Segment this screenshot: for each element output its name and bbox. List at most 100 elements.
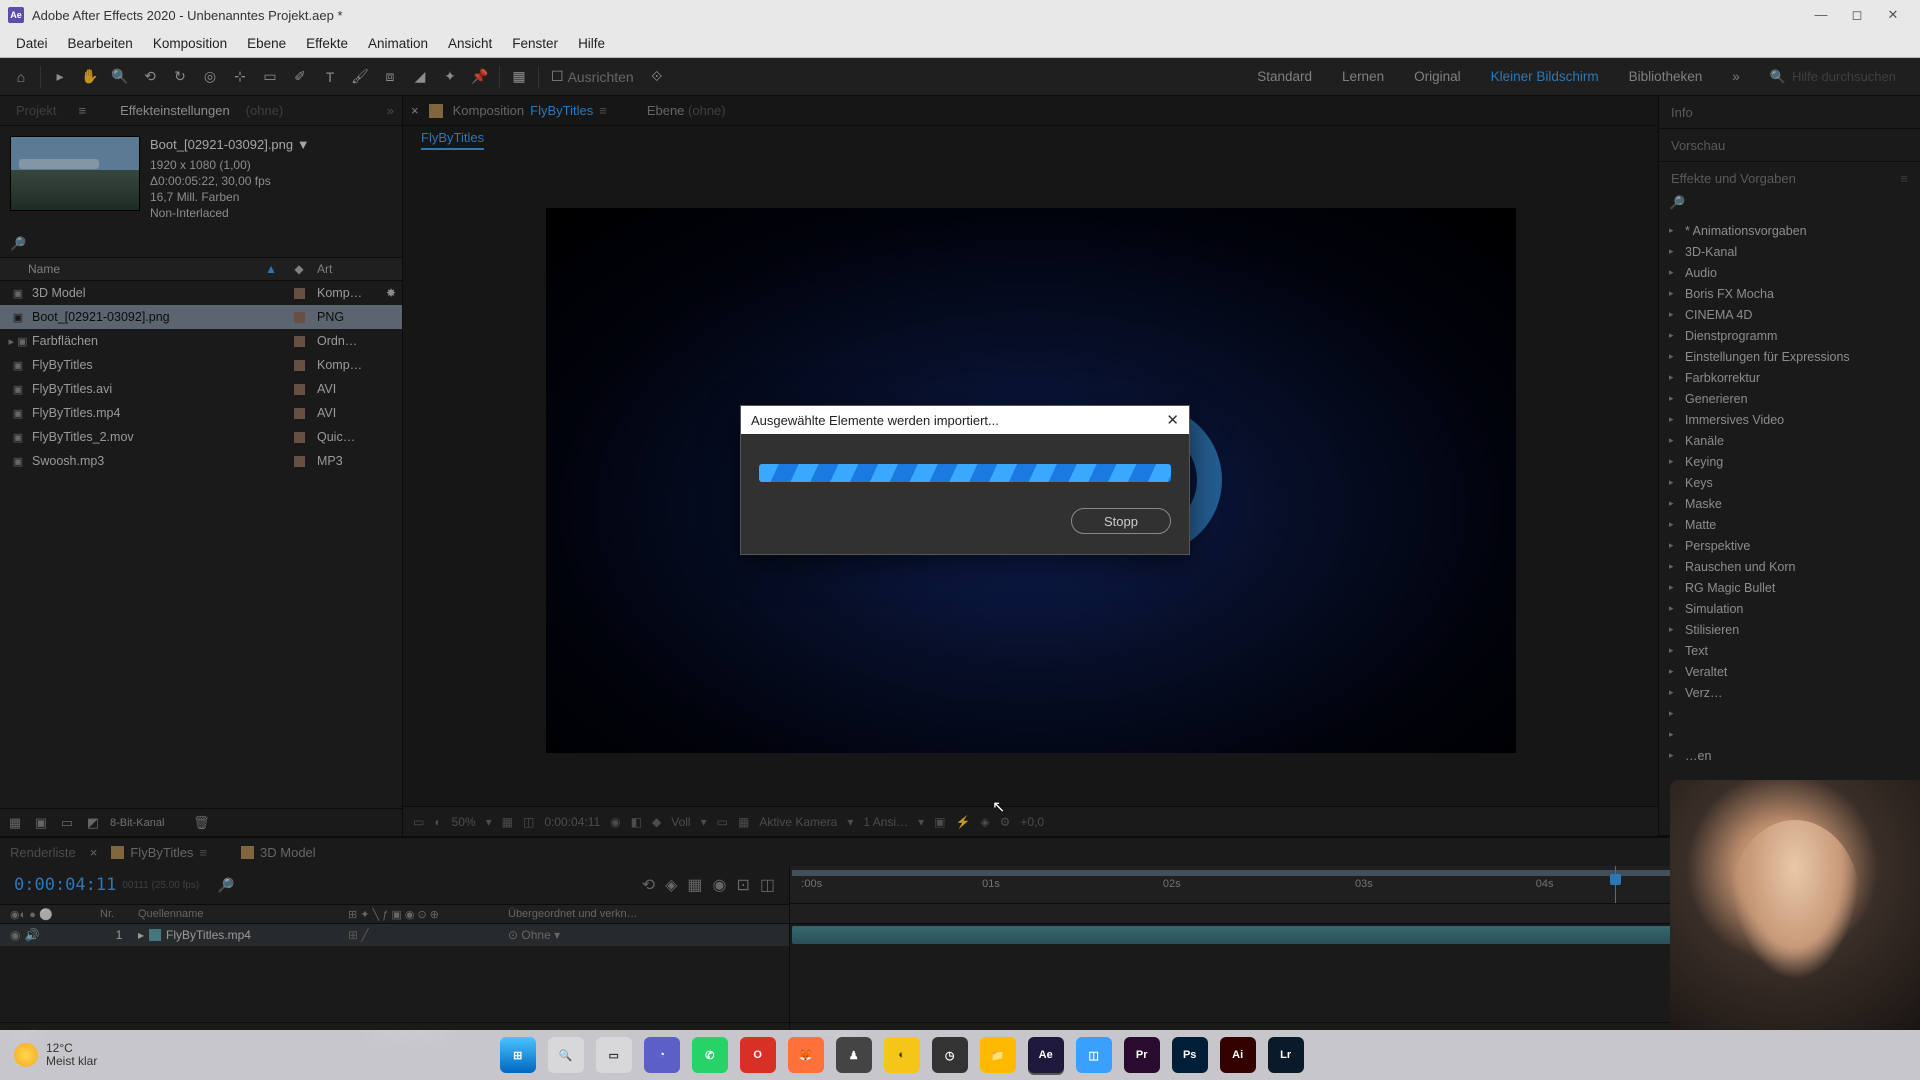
new-adj-icon[interactable]: ◩ xyxy=(84,815,102,831)
opera-app[interactable]: O xyxy=(740,1037,776,1073)
comp-close-icon[interactable]: × xyxy=(411,103,419,118)
after-effects-app[interactable]: Ae xyxy=(1028,1037,1064,1073)
effect-category[interactable]: ▸Veraltet xyxy=(1659,661,1920,682)
layer-switches[interactable]: ⊞ ╱ xyxy=(348,928,508,942)
pen-tool-icon[interactable]: ✐ xyxy=(287,64,313,90)
effect-category[interactable]: ▸3D-Kanal xyxy=(1659,241,1920,262)
search-button[interactable]: 🔍 xyxy=(548,1037,584,1073)
tl-ico-3[interactable]: ▦ xyxy=(687,875,702,895)
illustrator-app[interactable]: Ai xyxy=(1220,1037,1256,1073)
panel-info[interactable]: Info xyxy=(1659,96,1920,128)
comp-name[interactable]: FlyByTitles xyxy=(530,103,593,118)
snapshot-icon[interactable]: ◉ xyxy=(610,815,620,829)
effect-category[interactable]: ▸…en xyxy=(1659,745,1920,766)
menu-hilfe[interactable]: Hilfe xyxy=(568,36,615,51)
bit-depth[interactable]: 8-Bit-Kanal xyxy=(110,817,164,829)
project-item-boot-png[interactable]: ▣Boot_[02921-03092].pngPNG xyxy=(0,305,402,329)
maximize-button[interactable]: ◻ xyxy=(1848,7,1866,23)
col-source[interactable]: Quellenname xyxy=(138,908,348,920)
effect-category[interactable]: ▸ xyxy=(1659,724,1920,745)
task-view-button[interactable]: ▭ xyxy=(596,1037,632,1073)
effect-category[interactable]: ▸Einstellungen für Expressions xyxy=(1659,346,1920,367)
roto-tool-icon[interactable]: ✦ xyxy=(437,64,463,90)
app-unknown-3[interactable]: ◫ xyxy=(1076,1037,1112,1073)
zoom-value[interactable]: 50% xyxy=(452,815,476,829)
timeline-layer-1[interactable]: ◉🔊 1 ▸FlyByTitles.mp4 ⊞ ╱ ⊙ Ohne ▾ xyxy=(0,924,789,946)
start-button[interactable]: ⊞ xyxy=(500,1037,536,1073)
exposure[interactable]: +0,0 xyxy=(1020,815,1044,829)
tab-project[interactable]: Projekt xyxy=(8,103,64,118)
effect-category[interactable]: ▸Text xyxy=(1659,640,1920,661)
transparency-icon[interactable]: ▦ xyxy=(738,815,749,829)
tab-menu-icon[interactable]: ≡ xyxy=(199,845,207,860)
project-search[interactable]: 🔎 xyxy=(0,231,402,257)
snapping-icon[interactable]: ⟐ xyxy=(644,64,670,90)
views-select[interactable]: 1 Ansi… xyxy=(863,815,908,829)
rotate-tool-icon[interactable]: ↻ xyxy=(167,64,193,90)
project-item-flybytitles2-mov[interactable]: ▣FlyByTitles_2.movQuic… xyxy=(0,425,402,449)
col-name[interactable]: Name xyxy=(28,262,60,276)
effect-category[interactable]: ▸Boris FX Mocha xyxy=(1659,283,1920,304)
tab-effect-controls[interactable]: Effekteinstellungen xyxy=(112,103,238,118)
selection-tool-icon[interactable]: ▸ xyxy=(47,64,73,90)
effects-menu-icon[interactable]: ≡ xyxy=(1900,171,1908,186)
minimize-button[interactable]: — xyxy=(1812,7,1830,23)
effect-category[interactable]: ▸Keying xyxy=(1659,451,1920,472)
eraser-tool-icon[interactable]: ◢ xyxy=(407,64,433,90)
effect-category[interactable]: ▸Farbkorrektur xyxy=(1659,367,1920,388)
whatsapp-app[interactable]: ✆ xyxy=(692,1037,728,1073)
panel-effects-presets[interactable]: Effekte und Vorgaben≡ xyxy=(1659,162,1920,194)
effect-category[interactable]: ▸CINEMA 4D xyxy=(1659,304,1920,325)
menu-fenster[interactable]: Fenster xyxy=(502,36,568,51)
firefox-app[interactable]: 🦊 xyxy=(788,1037,824,1073)
project-item-swoosh-mp3[interactable]: ▣Swoosh.mp3MP3 xyxy=(0,449,402,473)
text-tool-icon[interactable]: T xyxy=(317,64,343,90)
col-type[interactable]: Art xyxy=(313,262,402,276)
workspace-overflow-icon[interactable]: » xyxy=(1732,69,1740,84)
region-icon[interactable]: ▭ xyxy=(717,815,728,829)
chevron-right-icon[interactable]: ▸ xyxy=(138,928,144,942)
teams-app[interactable]: ◔ xyxy=(644,1037,680,1073)
effect-category[interactable]: ▸Simulation xyxy=(1659,598,1920,619)
effect-category[interactable]: ▸Rauschen und Korn xyxy=(1659,556,1920,577)
dialog-close-icon[interactable]: ✕ xyxy=(1166,411,1179,429)
app-unknown-2[interactable]: ◐ xyxy=(884,1037,920,1073)
orbit-tool-icon[interactable]: ⟲ xyxy=(137,64,163,90)
project-item-flybytitles-avi[interactable]: ▣FlyByTitles.aviAVI xyxy=(0,377,402,401)
workspace-bibliotheken[interactable]: Bibliotheken xyxy=(1629,69,1703,84)
parent-select[interactable]: Ohne xyxy=(521,928,550,942)
workspace-lernen[interactable]: Lernen xyxy=(1342,69,1384,84)
puppet-tool-icon[interactable]: 📌 xyxy=(467,64,493,90)
hand-tool-icon[interactable]: ✋ xyxy=(77,64,103,90)
effect-category[interactable]: ▸Kanäle xyxy=(1659,430,1920,451)
tab-flybytitles[interactable]: FlyByTitles xyxy=(130,845,193,860)
tl-ico-5[interactable]: ⊡ xyxy=(736,875,749,895)
clock-app[interactable]: ◷ xyxy=(932,1037,968,1073)
app-unknown-1[interactable]: ♟ xyxy=(836,1037,872,1073)
effect-category[interactable]: ▸Verz… xyxy=(1659,682,1920,703)
comp-breadcrumb[interactable]: FlyByTitles xyxy=(421,130,484,150)
weather-widget[interactable]: 12°CMeist klar xyxy=(14,1042,97,1068)
camera-tool-icon[interactable]: ◎ xyxy=(197,64,223,90)
tab-3d-model[interactable]: 3D Model xyxy=(260,845,316,860)
effects-list[interactable]: ▸* Animationsvorgaben▸3D-Kanal▸Audio▸Bor… xyxy=(1659,220,1920,835)
panel-menu-icon[interactable]: ≡ xyxy=(70,103,94,118)
guides-icon[interactable]: ◫ xyxy=(523,815,534,829)
camera-select[interactable]: Aktive Kamera xyxy=(759,815,837,829)
project-item-flybytitles-comp[interactable]: ▣FlyByTitlesKomp… xyxy=(0,353,402,377)
effect-category[interactable]: ▸RG Magic Bullet xyxy=(1659,577,1920,598)
align-checkbox[interactable]: ☐ Ausrichten xyxy=(545,64,640,90)
effect-category[interactable]: ▸Maske xyxy=(1659,493,1920,514)
home-icon[interactable]: ⌂ xyxy=(8,64,34,90)
stop-button[interactable]: Stopp xyxy=(1071,508,1171,534)
speaker-icon[interactable]: 🔊 xyxy=(24,928,39,942)
effect-category[interactable]: ▸ xyxy=(1659,703,1920,724)
col-nr[interactable]: Nr. xyxy=(100,908,138,920)
tab-close-icon[interactable]: × xyxy=(90,845,98,860)
new-comp-icon[interactable]: ▭ xyxy=(58,815,76,831)
layer-color-icon[interactable] xyxy=(149,929,161,941)
effect-category[interactable]: ▸Stilisieren xyxy=(1659,619,1920,640)
channel-icon[interactable]: ◧ xyxy=(631,815,642,829)
zoom-tool-icon[interactable]: 🔍 xyxy=(107,64,133,90)
project-item-flybytitles-mp4[interactable]: ▣FlyByTitles.mp4AVI xyxy=(0,401,402,425)
